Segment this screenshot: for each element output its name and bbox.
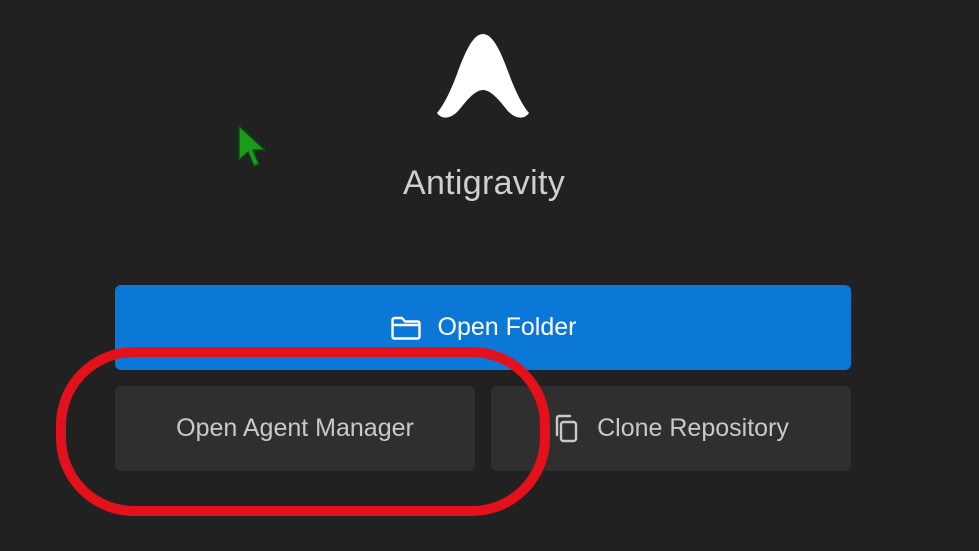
- antigravity-logo-icon: [437, 34, 529, 118]
- clone-repository-label: Clone Repository: [597, 414, 789, 442]
- app-title: Antigravity: [402, 164, 566, 202]
- open-agent-manager-button[interactable]: Open Agent Manager: [115, 386, 475, 471]
- open-folder-button[interactable]: Open Folder: [115, 285, 851, 370]
- clone-repository-button[interactable]: Clone Repository: [491, 386, 851, 471]
- open-agent-manager-label: Open Agent Manager: [176, 414, 414, 442]
- open-folder-label: Open Folder: [437, 313, 577, 341]
- folder-icon: [390, 315, 422, 341]
- welcome-screen: Antigravity Open Folder Open Agent Manag…: [0, 0, 979, 551]
- copy-icon: [553, 413, 581, 445]
